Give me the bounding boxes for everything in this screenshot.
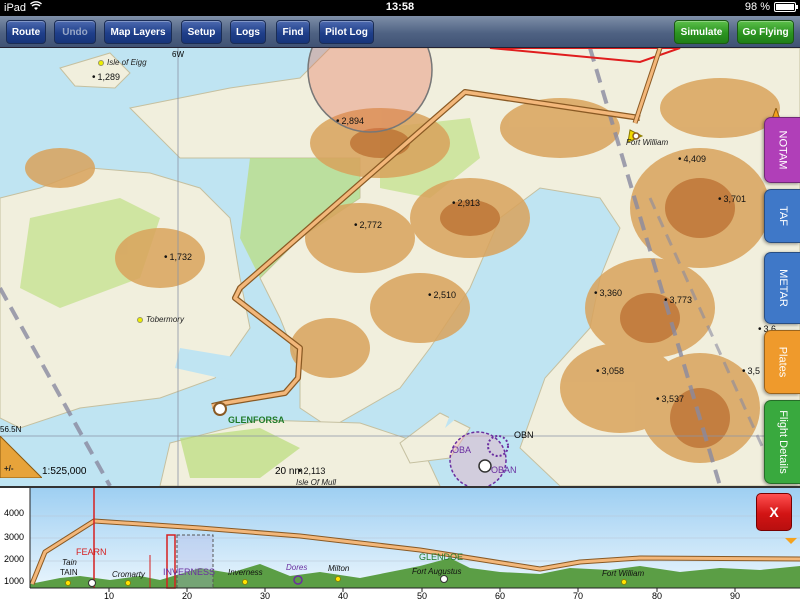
village-icon [137, 316, 143, 323]
undo-button[interactable]: Undo [54, 20, 96, 44]
spot-height: 3,5 [742, 366, 761, 377]
profile-label-fort-william: Fort William [602, 569, 645, 578]
profile-label-tain: Tain [62, 558, 77, 567]
map-canvas [0, 48, 800, 486]
y-tick: 3000 [4, 532, 25, 542]
spot-height: 1,732 [164, 252, 193, 263]
place-tobermory: Tobermory [137, 315, 184, 324]
profile-label-dores: Dores [286, 563, 308, 572]
profile-canvas [29, 488, 800, 592]
airfield-glenforsa-label[interactable]: GLENFORSA [228, 415, 285, 425]
battery-percent: 98 % [744, 1, 770, 13]
zoom-label: +/- [4, 464, 14, 473]
battery-icon [774, 2, 798, 12]
tab-metar[interactable]: METAR [764, 252, 800, 324]
spot-height: 3,058 [596, 366, 625, 377]
latitude-label: 56.5N [0, 425, 22, 434]
place-fort-william: Fort William [626, 138, 669, 147]
route-button[interactable]: Route [6, 20, 46, 44]
x-tick: 40 [337, 591, 349, 600]
close-profile-button[interactable]: X [756, 493, 792, 531]
oban-airspace-label: OBA [452, 445, 472, 455]
place-isle-of-eigg: Isle of Eigg [98, 58, 147, 67]
spot-height: 3,537 [656, 394, 685, 405]
spot-height: 2,510 [428, 290, 457, 301]
profile-label-fearn: FEARN [76, 547, 107, 557]
tab-plates-label: Plates [776, 346, 789, 378]
clock: 13:58 [385, 1, 415, 13]
tab-taf[interactable]: TAF [764, 189, 800, 243]
spot-height: 1,289 [92, 72, 121, 83]
distance-label: 20 nm [275, 466, 303, 477]
tab-flight-details-label: Flight Details [776, 410, 789, 474]
x-tick: 90 [729, 591, 741, 600]
spot-height: 3,360 [594, 288, 623, 299]
go-flying-button[interactable]: Go Flying [737, 20, 794, 44]
map-layers-button[interactable]: Map Layers [104, 20, 172, 44]
logs-button[interactable]: Logs [230, 20, 266, 44]
x-tick: 10 [103, 591, 115, 600]
spot-height: 4,409 [678, 154, 707, 165]
x-tick: 20 [181, 591, 193, 600]
profile-label-milton: Milton [328, 564, 350, 573]
spot-height: 2,894 [336, 116, 365, 127]
y-tick: 1000 [4, 576, 25, 586]
longitude-label: 6W [172, 50, 184, 59]
x-tick: 60 [494, 591, 506, 600]
x-tick: 30 [259, 591, 271, 600]
simulate-button[interactable]: Simulate [674, 20, 729, 44]
village-icon [98, 59, 104, 66]
x-tick: 80 [651, 591, 663, 600]
tab-flight-details[interactable]: Flight Details [764, 400, 800, 484]
spot-height: 2,772 [354, 220, 383, 231]
spot-height: 2,913 [452, 198, 481, 209]
tab-notam-label: NOTAM [776, 130, 789, 170]
y-tick: 4000 [4, 508, 25, 518]
map-scale: 1:525,000 [42, 466, 87, 477]
navaid-obn-label[interactable]: OBN [514, 430, 534, 440]
place-isle-of-mull: Isle Of Mull [296, 478, 337, 486]
x-tick: 70 [572, 591, 584, 600]
vertical-profile-panel[interactable]: 4000 3000 2000 1000 10 20 30 40 50 60 70… [0, 486, 800, 600]
x-tick: 50 [416, 591, 428, 600]
zoom-toggle-button[interactable]: +/- [0, 436, 42, 478]
profile-label-inverness-town: Inverness [228, 568, 263, 577]
pilot-log-button[interactable]: Pilot Log [319, 20, 374, 44]
airfield-oban-label[interactable]: OBAN [491, 465, 517, 475]
find-button[interactable]: Find [276, 20, 310, 44]
toolbar: Route Undo Map Layers Setup Logs Find Pi… [0, 16, 800, 48]
profile-label-cromarty: Cromarty [112, 570, 145, 579]
spot-height: 3,701 [718, 194, 747, 205]
setup-button[interactable]: Setup [181, 20, 222, 44]
tab-notam[interactable]: NOTAM [764, 117, 800, 183]
profile-label-inverness: INVERNESS [163, 567, 216, 577]
y-tick: 2000 [4, 554, 25, 564]
tab-taf-label: TAF [776, 206, 789, 226]
status-bar: iPad 13:58 98 % [0, 0, 800, 16]
profile-label-fort-augustus: Fort Augustus [412, 567, 462, 576]
profile-label-glendoe: GLENDOE [419, 552, 464, 562]
profile-label-tain-airfield: TAIN [60, 568, 78, 577]
tab-metar-label: METAR [776, 269, 789, 307]
spot-height: 3,773 [664, 295, 693, 306]
tab-plates[interactable]: Plates [764, 330, 800, 394]
aviation-map[interactable]: 6W 56.5N Isle of Eigg Tobermory Fort Wil… [0, 48, 800, 486]
